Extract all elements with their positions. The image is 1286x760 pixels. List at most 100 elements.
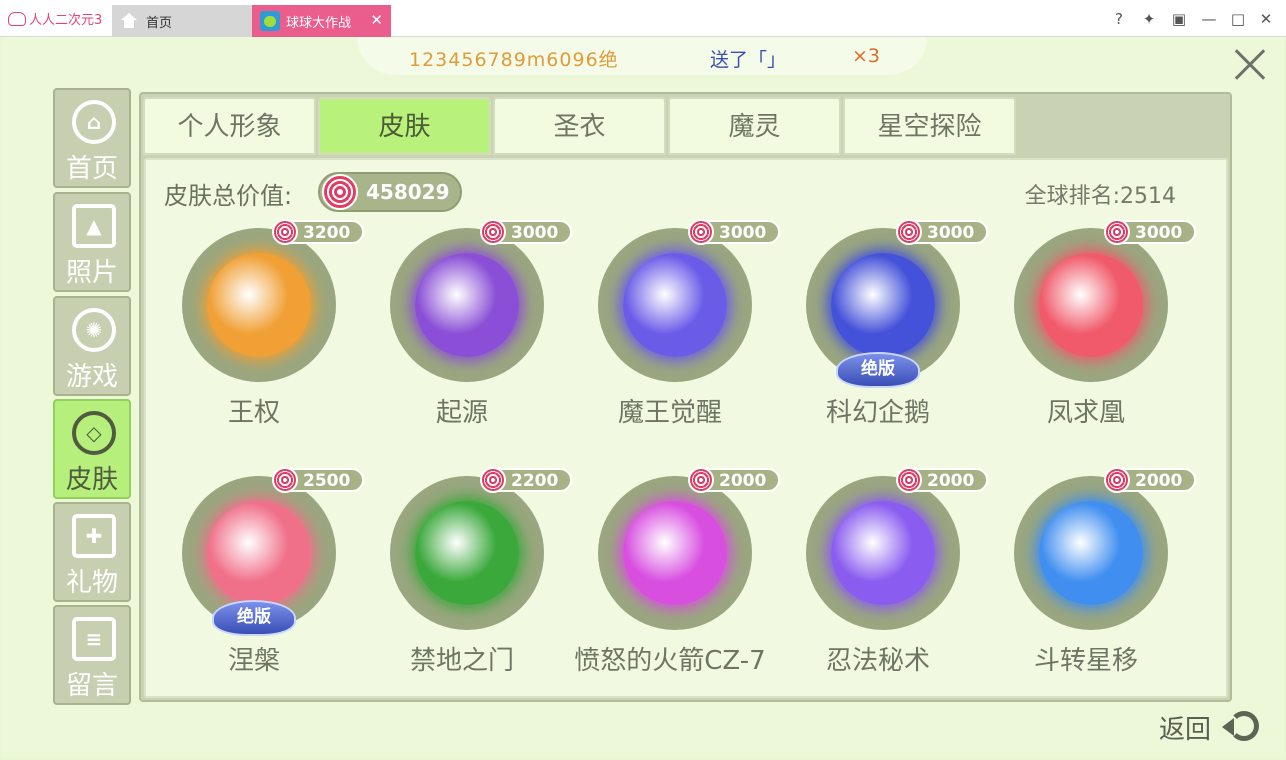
price-badge: 3000 xyxy=(480,219,572,245)
tab-star-explore[interactable]: 星空探险 xyxy=(843,97,1016,155)
tab-avatar[interactable]: 个人形象 xyxy=(143,97,316,155)
sidebar-item-gift[interactable]: ✚ 礼物 xyxy=(53,502,131,602)
skin-item[interactable]: 2500 绝版涅槃 xyxy=(150,467,364,713)
sidebar-item-game[interactable]: ✺ 游戏 xyxy=(53,296,131,396)
skin-name: 斗转星移 xyxy=(1033,646,1138,676)
back-button[interactable]: 返回 xyxy=(1159,705,1259,745)
sidebar-item-label: 皮肤 xyxy=(65,465,118,495)
diamond-icon: ◇ xyxy=(72,411,116,455)
candy-icon xyxy=(688,219,714,245)
skin-name: 科幻企鹅 xyxy=(825,398,930,428)
skin-preview xyxy=(415,501,519,605)
skin-name: 忍法秘术 xyxy=(825,646,930,676)
tab-home[interactable]: 首页 xyxy=(112,5,252,37)
window-close-icon[interactable]: ✕ xyxy=(1256,9,1276,29)
price-badge: 3000 xyxy=(1104,219,1196,245)
home-icon xyxy=(120,13,138,29)
close-icon[interactable] xyxy=(1230,45,1268,83)
skin-price: 2000 xyxy=(927,471,975,491)
photo-icon: ▲ xyxy=(72,204,116,248)
total-value-label: 皮肤总价值: xyxy=(164,182,293,210)
candy-icon xyxy=(272,219,298,245)
back-arrow-icon xyxy=(1222,711,1259,741)
candy-icon xyxy=(480,467,506,493)
price-badge: 3200 xyxy=(272,219,364,245)
skin-frame xyxy=(390,476,544,630)
candy-icon xyxy=(272,467,298,493)
limited-badge: 绝版 xyxy=(212,600,296,636)
skin-name: 魔王觉醒 xyxy=(617,398,722,428)
app-logo-icon xyxy=(8,11,26,26)
skin-item[interactable]: 3200 王权 xyxy=(150,219,364,465)
gift-icon: ✚ xyxy=(72,514,116,558)
atom-icon: ✺ xyxy=(72,308,116,352)
skin-item[interactable]: 2000 愤怒的火箭CZ-7 xyxy=(566,467,780,713)
tab-game-label: 球球大作战 xyxy=(286,15,352,31)
pin-icon[interactable]: ✦ xyxy=(1139,9,1159,29)
back-label: 返回 xyxy=(1159,715,1212,745)
banner-count: ×3 xyxy=(852,45,881,67)
candy-icon xyxy=(896,219,922,245)
skin-panel: 个人形象 皮肤 圣衣 魔灵 星空探险 皮肤总价值: 458029 全球排名:25… xyxy=(139,92,1232,702)
sidebar-item-message[interactable]: ≡ 留言 xyxy=(53,605,131,705)
skin-item[interactable]: 3000 凤求凰 xyxy=(982,219,1196,465)
sidebar-item-label: 首页 xyxy=(65,154,118,184)
tab-armor[interactable]: 圣衣 xyxy=(493,97,666,155)
skin-price: 2000 xyxy=(719,471,767,491)
price-badge: 3000 xyxy=(688,219,780,245)
candy-icon xyxy=(688,467,714,493)
skin-frame xyxy=(598,476,752,630)
skin-price: 3000 xyxy=(927,223,975,243)
price-badge: 2500 xyxy=(272,467,364,493)
minimize-icon[interactable]: — xyxy=(1199,9,1219,29)
skin-preview xyxy=(1039,501,1143,605)
limited-badge: 绝版 xyxy=(836,352,920,388)
sidebar-item-home[interactable]: ⌂ 首页 xyxy=(53,88,131,188)
tab-spirit[interactable]: 魔灵 xyxy=(668,97,841,155)
skin-price: 2000 xyxy=(1135,471,1183,491)
skin-item[interactable]: 3000 起源 xyxy=(358,219,572,465)
game-icon xyxy=(260,11,280,31)
restore-icon[interactable]: ▣ xyxy=(1169,9,1189,29)
sidebar-item-label: 游戏 xyxy=(65,362,118,392)
gift-banner: 123456789m6096绝 送了「」 ×3 xyxy=(357,37,927,75)
price-badge: 3000 xyxy=(896,219,988,245)
home-icon: ⌂ xyxy=(72,100,116,144)
help-icon[interactable]: ? xyxy=(1109,9,1129,29)
tab-game[interactable]: 球球大作战 ✕ xyxy=(252,5,391,37)
sidebar-item-label: 照片 xyxy=(65,258,118,288)
skin-frame xyxy=(390,228,544,382)
skin-frame xyxy=(806,476,960,630)
skin-item[interactable]: 3000 魔王觉醒 xyxy=(566,219,780,465)
sidebar-item-label: 留言 xyxy=(65,671,118,701)
skin-preview xyxy=(415,253,519,357)
skin-frame xyxy=(598,228,752,382)
skin-item[interactable]: 3000 绝版科幻企鹅 xyxy=(774,219,988,465)
candy-icon xyxy=(896,467,922,493)
maximize-icon[interactable]: □ xyxy=(1228,9,1248,29)
candy-icon xyxy=(322,174,358,210)
skin-preview xyxy=(207,253,311,357)
candy-icon xyxy=(1104,467,1130,493)
skin-item[interactable]: 2200 禁地之门 xyxy=(358,467,572,713)
skin-preview xyxy=(623,253,727,357)
tab-skin[interactable]: 皮肤 xyxy=(318,97,491,155)
skin-frame xyxy=(1014,476,1168,630)
skin-item[interactable]: 2000 斗转星移 xyxy=(982,467,1196,713)
total-value: 458029 xyxy=(366,180,450,204)
banner-user: 123456789m6096绝 xyxy=(409,49,619,71)
skin-price: 3200 xyxy=(303,223,351,243)
price-badge: 2000 xyxy=(1104,467,1196,493)
skin-preview xyxy=(831,501,935,605)
skin-price: 2500 xyxy=(303,471,351,491)
skin-item[interactable]: 2000 忍法秘术 xyxy=(774,467,988,713)
sidebar-item-photo[interactable]: ▲ 照片 xyxy=(53,192,131,292)
title-bar: 人人二次元3 首页 球球大作战 ✕ ? ✦ ▣ — □ ✕ xyxy=(0,0,1286,37)
sidebar-item-skin[interactable]: ◇ 皮肤 xyxy=(53,399,131,499)
skin-name: 涅槃 xyxy=(227,646,280,676)
tab-close-icon[interactable]: ✕ xyxy=(370,11,383,29)
sidebar-item-label: 礼物 xyxy=(65,568,118,598)
global-rank: 全球排名:2514 xyxy=(1024,184,1176,209)
total-value-badge: 458029 xyxy=(318,172,462,212)
skin-name: 起源 xyxy=(435,398,488,428)
